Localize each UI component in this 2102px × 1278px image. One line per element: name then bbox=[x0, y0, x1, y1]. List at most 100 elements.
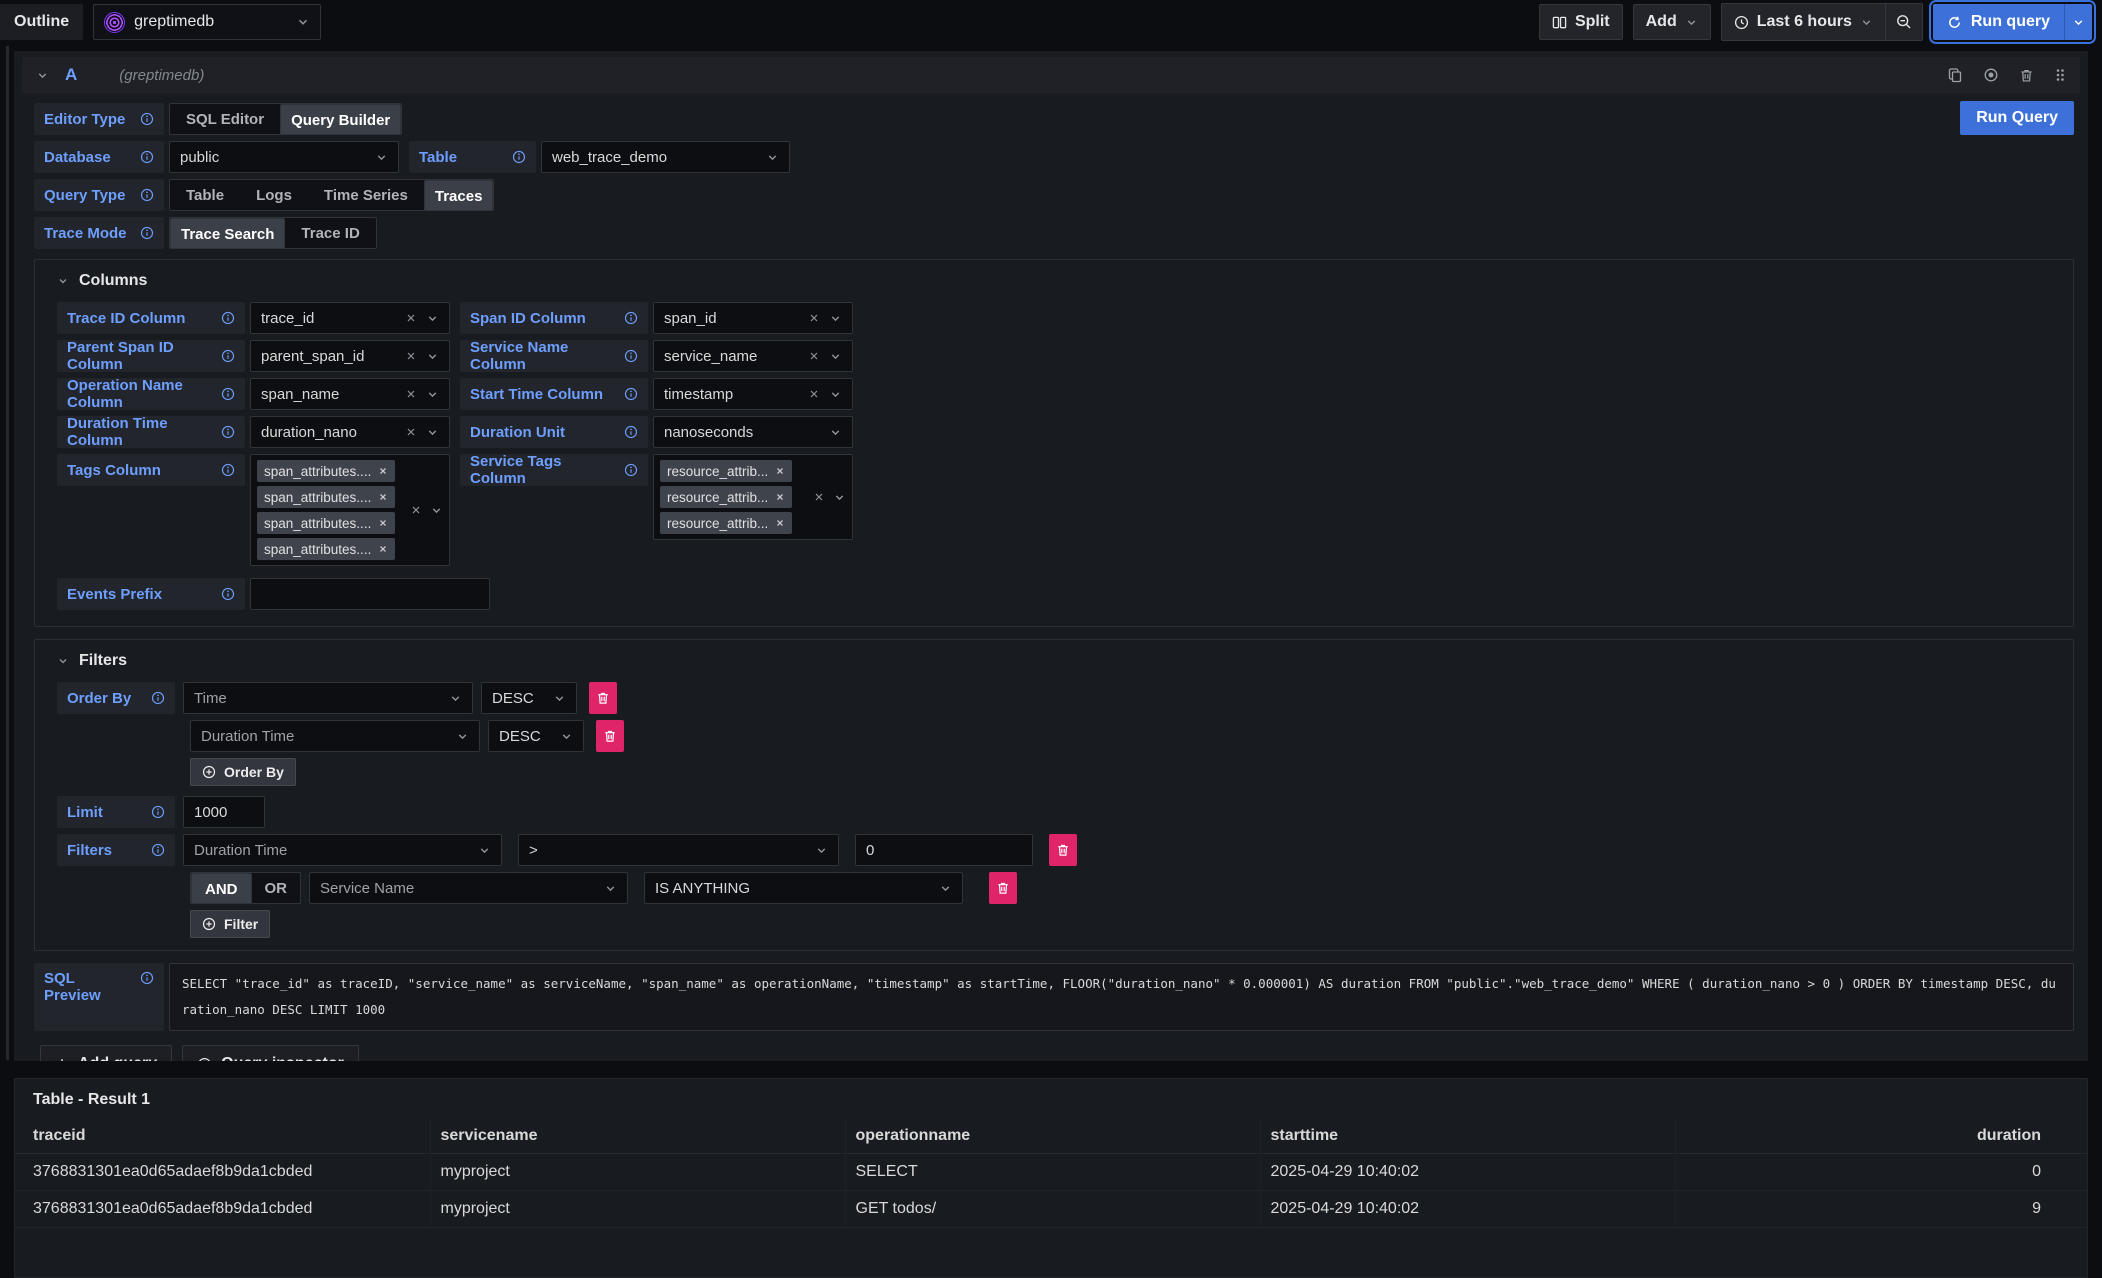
info-icon[interactable] bbox=[221, 387, 235, 401]
service-tags-column-multiselect[interactable]: resource_attrib... resource_attrib... re… bbox=[653, 454, 853, 540]
table-row: 3768831301ea0d65adaef8b9da1cbded myproje… bbox=[15, 1154, 2087, 1191]
editor-type-query-builder[interactable]: Query Builder bbox=[280, 104, 401, 135]
remove-order-by-button[interactable] bbox=[589, 682, 617, 714]
panel-run-query-button[interactable]: Run Query bbox=[1960, 101, 2074, 135]
remove-chip-icon[interactable] bbox=[775, 518, 785, 528]
info-icon[interactable] bbox=[221, 349, 235, 363]
info-icon[interactable] bbox=[624, 387, 638, 401]
remove-chip-icon[interactable] bbox=[378, 518, 388, 528]
query-type-traces[interactable]: Traces bbox=[424, 180, 494, 211]
trace-id-link[interactable]: 3768831301ea0d65adaef8b9da1cbded bbox=[15, 1154, 430, 1191]
filter-join-and[interactable]: AND bbox=[191, 873, 252, 904]
info-icon[interactable] bbox=[140, 226, 154, 240]
duration-time-column-select[interactable]: duration_nano bbox=[250, 416, 450, 448]
query-type-label: Query Type bbox=[34, 179, 164, 211]
trace-mode-search[interactable]: Trace Search bbox=[170, 218, 285, 249]
order-by-direction-select[interactable]: DESC bbox=[481, 682, 577, 714]
info-icon[interactable] bbox=[624, 425, 638, 439]
clear-all-icon[interactable] bbox=[813, 491, 825, 503]
remove-chip-icon[interactable] bbox=[378, 466, 388, 476]
duplicate-query-icon[interactable] bbox=[1947, 67, 1963, 83]
info-icon[interactable] bbox=[140, 188, 154, 202]
drag-handle-icon[interactable] bbox=[2054, 67, 2066, 83]
trace-mode-id[interactable]: Trace ID bbox=[285, 218, 375, 248]
filter-field-select[interactable]: Duration Time bbox=[183, 834, 502, 866]
chevron-down-icon[interactable] bbox=[430, 504, 443, 517]
column-header-duration[interactable]: duration bbox=[1675, 1119, 2087, 1154]
duration-unit-select[interactable]: nanoseconds bbox=[653, 416, 853, 448]
add-filter-button[interactable]: Filter bbox=[190, 910, 270, 938]
filters-section-header[interactable]: Filters bbox=[57, 652, 2073, 670]
order-by-direction-select[interactable]: DESC bbox=[488, 720, 584, 752]
span-id-column-select[interactable]: span_id bbox=[653, 302, 853, 334]
info-icon[interactable] bbox=[221, 311, 235, 325]
parent-span-id-column-select[interactable]: parent_span_id bbox=[250, 340, 450, 372]
info-icon[interactable] bbox=[151, 691, 165, 705]
info-icon[interactable] bbox=[221, 587, 235, 601]
column-header-starttime[interactable]: starttime bbox=[1260, 1119, 1675, 1154]
chevron-down-icon[interactable] bbox=[833, 491, 846, 504]
clear-all-icon[interactable] bbox=[410, 504, 422, 516]
info-icon[interactable] bbox=[140, 112, 154, 126]
remove-chip-icon[interactable] bbox=[775, 466, 785, 476]
info-icon[interactable] bbox=[151, 805, 165, 819]
start-time-column-select[interactable]: timestamp bbox=[653, 378, 853, 410]
trace-id-column-select[interactable]: trace_id bbox=[250, 302, 450, 334]
run-query-button[interactable]: Run query bbox=[1933, 4, 2064, 40]
remove-filter-button[interactable] bbox=[989, 872, 1017, 904]
zoom-out-time-button[interactable] bbox=[1886, 4, 1922, 40]
query-inspector-button[interactable]: Query inspector bbox=[182, 1045, 359, 1061]
info-icon[interactable] bbox=[221, 425, 235, 439]
filter-value-input[interactable]: 0 bbox=[855, 834, 1033, 866]
add-query-button[interactable]: Add query bbox=[40, 1045, 172, 1061]
info-icon[interactable] bbox=[624, 311, 638, 325]
filter-join-or[interactable]: OR bbox=[252, 873, 301, 903]
trace-id-link[interactable]: 3768831301ea0d65adaef8b9da1cbded bbox=[15, 1191, 430, 1228]
query-type-logs[interactable]: Logs bbox=[240, 180, 308, 210]
operation-name-column-select[interactable]: span_name bbox=[250, 378, 450, 410]
editor-type-sql-editor[interactable]: SQL Editor bbox=[170, 104, 280, 134]
info-icon[interactable] bbox=[140, 971, 154, 985]
split-button[interactable]: Split bbox=[1539, 4, 1623, 40]
info-icon[interactable] bbox=[624, 463, 638, 477]
info-icon[interactable] bbox=[221, 463, 235, 477]
outline-button[interactable]: Outline bbox=[0, 4, 83, 40]
filter-operator-select[interactable]: IS ANYTHING bbox=[644, 872, 963, 904]
column-header-traceid[interactable]: traceid bbox=[15, 1119, 430, 1154]
query-type-table[interactable]: Table bbox=[170, 180, 240, 210]
hide-response-eye-icon[interactable] bbox=[1983, 67, 1999, 83]
pane-splitter[interactable] bbox=[6, 46, 9, 1060]
datasource-picker[interactable]: greptimedb bbox=[93, 4, 321, 40]
service-name-column-select[interactable]: service_name bbox=[653, 340, 853, 372]
run-query-options-caret[interactable] bbox=[2064, 4, 2092, 40]
query-type-time-series[interactable]: Time Series bbox=[308, 180, 424, 210]
remove-chip-icon[interactable] bbox=[378, 492, 388, 502]
table-select[interactable]: web_trace_demo bbox=[541, 141, 790, 173]
order-by-field-select[interactable]: Duration Time bbox=[190, 720, 480, 752]
add-order-by-button[interactable]: Order By bbox=[190, 758, 296, 786]
add-button[interactable]: Add bbox=[1633, 4, 1711, 40]
time-range-button[interactable]: Last 6 hours bbox=[1722, 4, 1885, 40]
remove-chip-icon[interactable] bbox=[378, 544, 388, 554]
events-prefix-input[interactable] bbox=[250, 578, 490, 610]
order-by-field-select[interactable]: Time bbox=[183, 682, 473, 714]
query-row-header[interactable]: A (greptimedb) bbox=[22, 57, 2080, 93]
filter-operator-select[interactable]: > bbox=[518, 834, 839, 866]
remove-chip-icon[interactable] bbox=[775, 492, 785, 502]
database-select[interactable]: public bbox=[169, 141, 399, 173]
filter-field-select[interactable]: Service Name bbox=[309, 872, 628, 904]
remove-filter-button[interactable] bbox=[1049, 834, 1077, 866]
columns-section-header[interactable]: Columns bbox=[57, 272, 2073, 290]
column-header-operationname[interactable]: operationname bbox=[845, 1119, 1260, 1154]
info-icon[interactable] bbox=[512, 150, 526, 164]
column-header-servicename[interactable]: servicename bbox=[430, 1119, 845, 1154]
limit-input[interactable]: 1000 bbox=[183, 796, 265, 828]
info-icon[interactable] bbox=[624, 349, 638, 363]
tags-column-multiselect[interactable]: span_attributes.... span_attributes.... … bbox=[250, 454, 450, 566]
info-icon[interactable] bbox=[151, 843, 165, 857]
service-tag-chip: resource_attrib... bbox=[660, 460, 792, 482]
collapse-chevron-icon[interactable] bbox=[36, 69, 49, 82]
info-icon[interactable] bbox=[140, 150, 154, 164]
remove-order-by-button[interactable] bbox=[596, 720, 624, 752]
remove-query-trash-icon[interactable] bbox=[2019, 68, 2034, 83]
